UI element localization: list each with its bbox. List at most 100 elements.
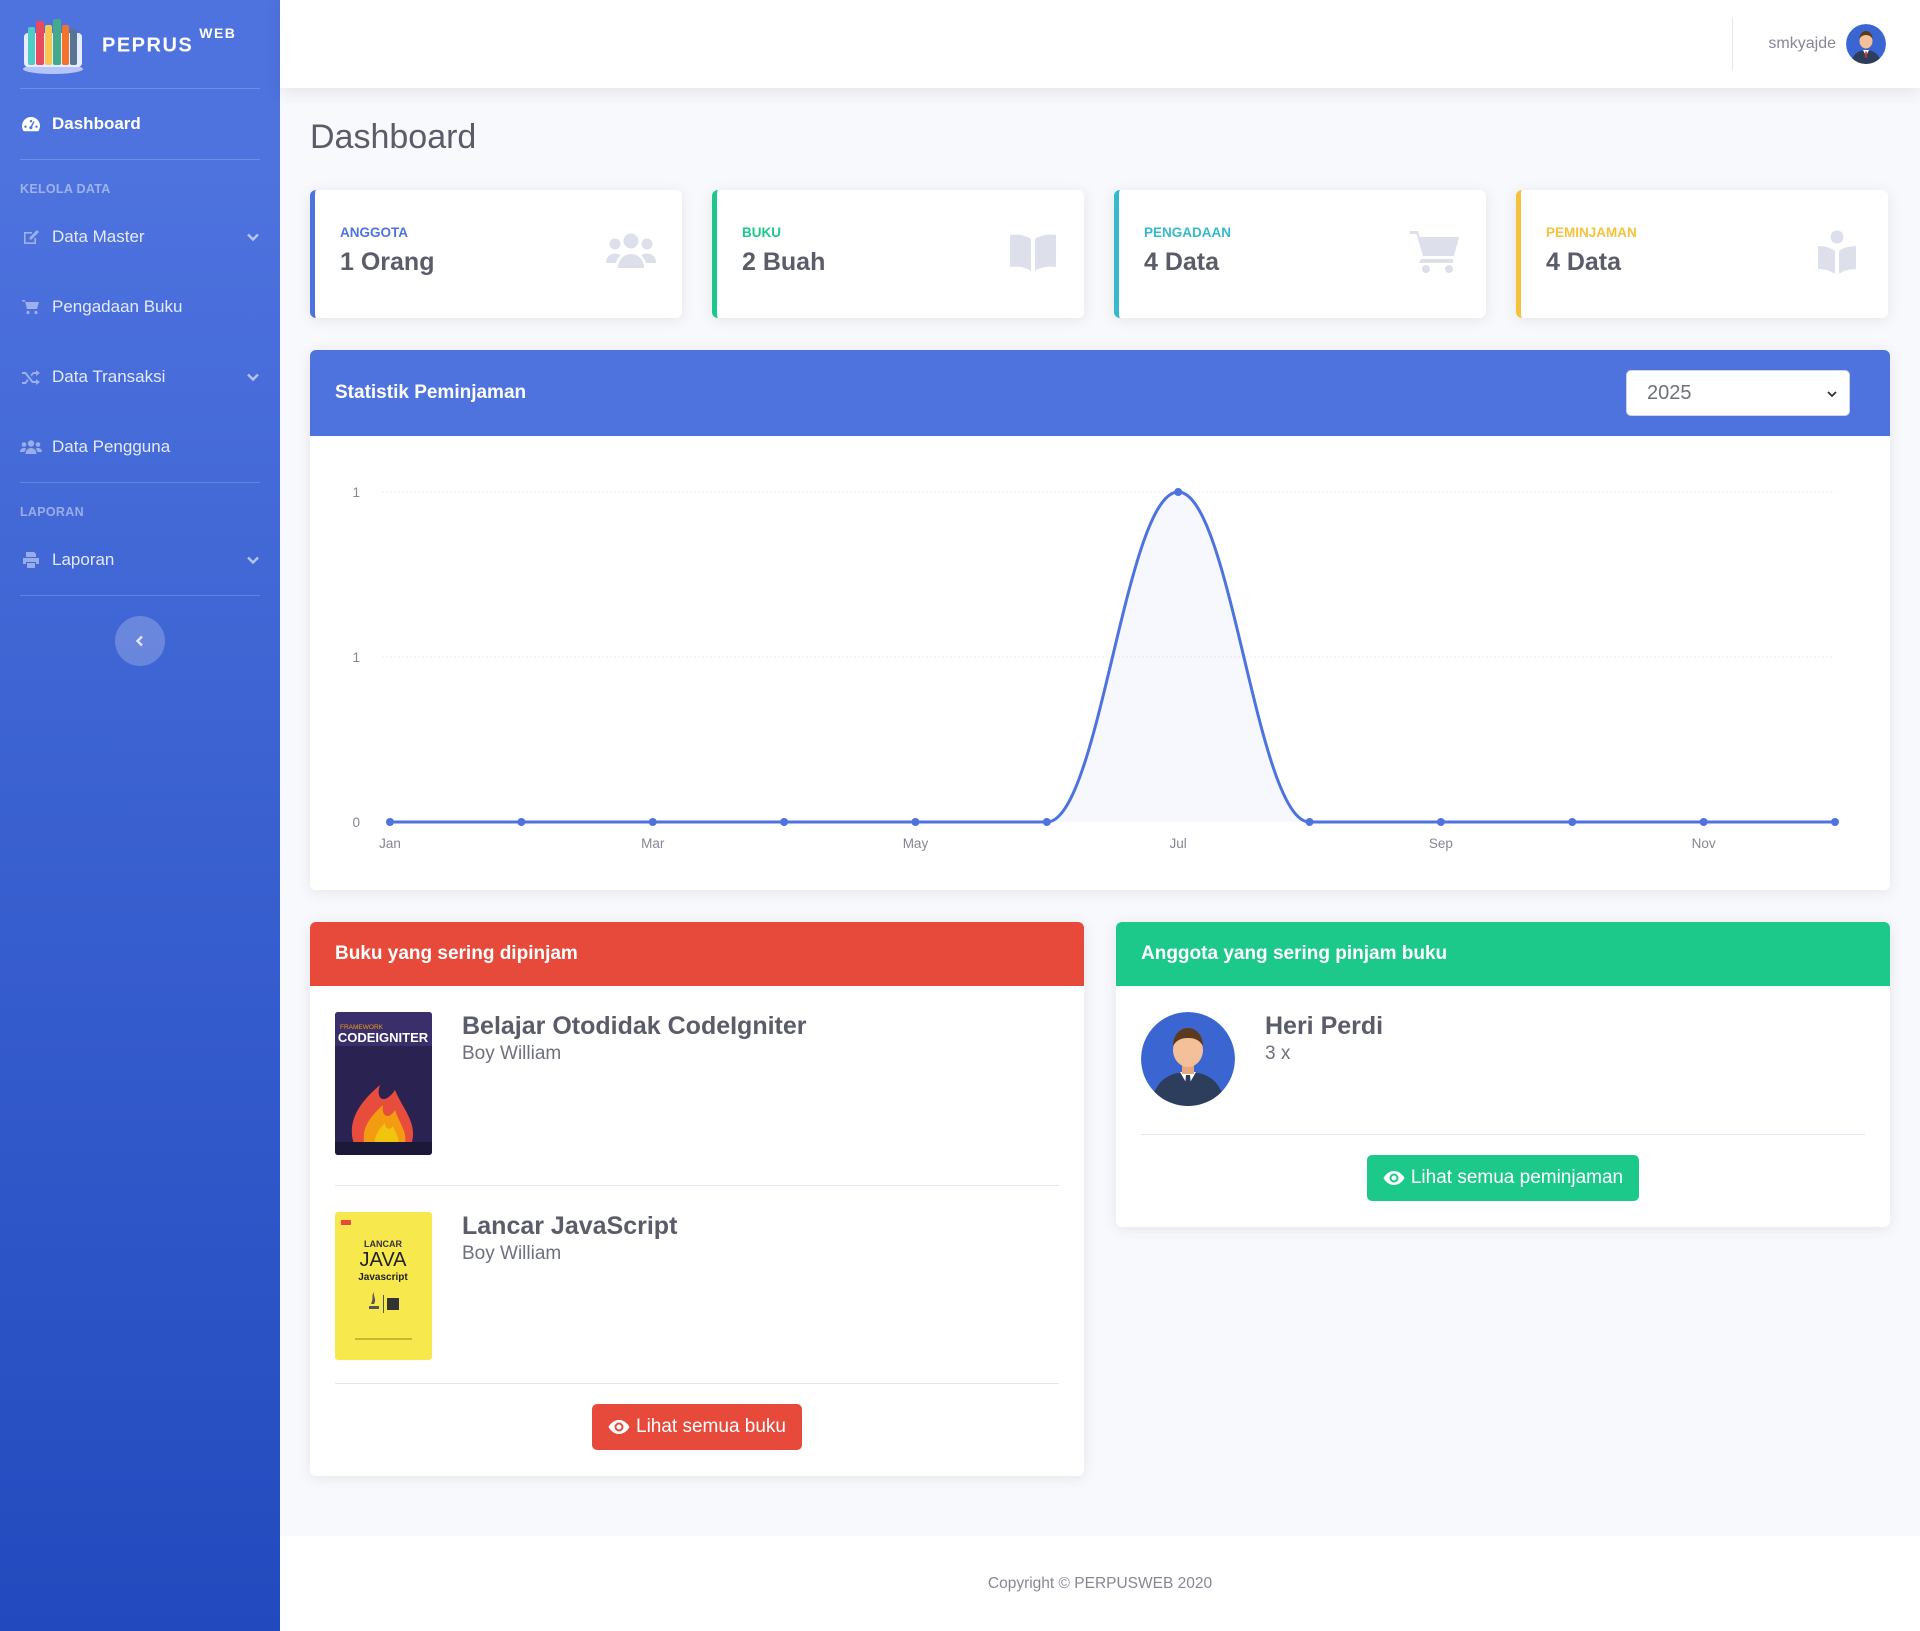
tachometer-icon <box>20 115 42 133</box>
list-item[interactable]: Heri Perdi 3 x <box>1141 986 1865 1135</box>
view-all-books-button[interactable]: Lihat semua buku <box>592 1404 802 1450</box>
chart-panel-title: Statistik Peminjaman <box>335 382 527 403</box>
sidebar-item-label: Dashboard <box>52 114 141 133</box>
y-tick-label: 1 <box>352 650 360 665</box>
users-icon <box>606 233 656 268</box>
chart-panel-header: Statistik Peminjaman 2025 <box>310 350 1890 436</box>
users-icon <box>20 438 42 456</box>
eye-icon <box>608 1420 630 1434</box>
sidebar-toggle-button[interactable] <box>115 616 165 666</box>
cover-text: Javascript <box>358 1272 408 1283</box>
button-label: Lihat semua peminjaman <box>1410 1167 1624 1188</box>
button-label: Lihat semua buku <box>636 1416 786 1437</box>
sidebar-divider <box>20 595 260 596</box>
chevron-down-icon <box>247 233 259 242</box>
x-tick-label: May <box>903 836 929 851</box>
book-title: Belajar Otodidak CodeIgniter <box>462 1012 807 1040</box>
cover-title: JAVA <box>359 1249 407 1271</box>
sidebar-item-label: Pengadaan Buku <box>52 297 183 316</box>
sidebar-heading-kelola-data: KELOLA DATA <box>20 182 111 196</box>
list-item[interactable]: FRAMEWORK CODEIGNITER Belajar Otodidak C… <box>335 986 1059 1186</box>
print-icon <box>20 551 42 569</box>
main-content: Dashboard ANGGOTA 1 Orang BUKU 2 Buah PE… <box>310 88 1890 1476</box>
top-members-header: Anggota yang sering pinjam buku <box>1116 922 1890 986</box>
card-peminjaman[interactable]: PEMINJAMAN 4 Data <box>1516 190 1888 318</box>
sidebar-item-data-pengguna[interactable]: Data Pengguna <box>0 412 280 482</box>
list-item[interactable]: LANCAR JAVA Javascript Lancar JavaScript… <box>335 1186 1059 1384</box>
bottom-row: Buku yang sering dipinjam FRAMEWORK CODE… <box>310 922 1890 1476</box>
x-tick-label: Nov <box>1692 836 1716 851</box>
sidebar-item-pengadaan-buku[interactable]: Pengadaan Buku <box>0 272 280 342</box>
chevron-down-icon <box>1827 391 1837 398</box>
chevron-left-icon <box>135 635 143 647</box>
chevron-down-icon <box>247 556 259 565</box>
line-chart: 1 1 0 Jan Mar May Jul Sep Nov <box>352 485 1839 851</box>
top-members-panel: Anggota yang sering pinjam buku Heri Per… <box>1116 922 1890 1227</box>
member-borrow-count: 3 x <box>1265 1043 1291 1064</box>
chart-area: 1 1 0 Jan Mar May Jul Sep Nov <box>310 436 1890 890</box>
sidebar-item-data-transaksi[interactable]: Data Transaksi <box>0 342 280 412</box>
edit-icon <box>20 228 42 246</box>
data-point <box>1305 818 1314 826</box>
data-point <box>648 818 657 826</box>
sidebar: PEPRUS WEB Dashboard KELOLA DATA Data Mas… <box>0 0 280 1631</box>
x-tick-label: Jul <box>1170 836 1187 851</box>
sidebar-item-laporan[interactable]: Laporan <box>0 525 280 595</box>
sidebar-heading-laporan: LAPORAN <box>20 505 84 519</box>
sidebar-item-label: Laporan <box>52 550 115 569</box>
y-tick-label: 1 <box>352 485 360 500</box>
view-all-loans-button[interactable]: Lihat semua peminjaman <box>1366 1155 1640 1201</box>
data-point <box>1174 488 1183 496</box>
book-cover-codeigniter: FRAMEWORK CODEIGNITER <box>335 1012 432 1155</box>
year-select[interactable]: 2025 <box>1626 370 1850 416</box>
shopping-cart-icon <box>20 298 42 316</box>
button-row: Lihat semua buku <box>310 1384 1084 1476</box>
user-dropdown[interactable]: smkyajde <box>1768 24 1886 64</box>
avatar <box>1141 1012 1235 1106</box>
brand-suffix: WEB <box>199 24 237 41</box>
card-pengadaan[interactable]: PENGADAAN 4 Data <box>1114 190 1486 318</box>
member-name: Heri Perdi <box>1265 1012 1384 1040</box>
library-logo-icon <box>20 13 86 75</box>
sidebar-item-label: Data Master <box>52 227 145 246</box>
avatar <box>1846 24 1886 64</box>
chart-panel: Statistik Peminjaman 2025 1 1 0 Jan Mar May Ju… <box>310 350 1890 890</box>
book-info: Lancar JavaScript Boy William <box>462 1212 677 1383</box>
card-anggota[interactable]: ANGGOTA 1 Orang <box>310 190 682 318</box>
book-open-icon <box>1010 234 1056 271</box>
book-author: Boy William <box>462 1043 562 1064</box>
brand-name: PEPRUS WEB <box>102 25 236 58</box>
year-select-value: 2025 <box>1647 381 1692 404</box>
data-point <box>911 818 920 826</box>
book-title: Lancar JavaScript <box>462 1212 678 1240</box>
popular-books-header: Buku yang sering dipinjam <box>310 922 1084 986</box>
button-row: Lihat semua peminjaman <box>1116 1135 1890 1227</box>
book-cover-javascript: LANCAR JAVA Javascript <box>335 1212 432 1360</box>
random-icon <box>20 368 42 386</box>
data-point <box>1568 818 1577 826</box>
x-tick-label: Sep <box>1429 836 1453 851</box>
cover-text: LANCAR <box>364 1239 402 1249</box>
stat-cards: ANGGOTA 1 Orang BUKU 2 Buah PENGADAAN 4 … <box>310 190 1890 318</box>
chevron-down-icon <box>247 373 259 382</box>
member-info: Heri Perdi 3 x <box>1265 1012 1383 1106</box>
footer: Copyright © PERPUSWEB 2020 <box>280 1536 1920 1631</box>
brand[interactable]: PEPRUS WEB <box>0 0 280 88</box>
data-point <box>517 818 526 826</box>
data-point <box>1699 818 1708 826</box>
username: smkyajde <box>1768 35 1836 52</box>
x-tick-label: Mar <box>641 836 665 851</box>
data-point <box>1831 818 1839 826</box>
sidebar-item-dashboard[interactable]: Dashboard <box>0 89 280 159</box>
sidebar-item-label: Data Pengguna <box>52 437 171 456</box>
data-point <box>1436 818 1445 826</box>
page-title: Dashboard <box>310 118 477 156</box>
data-point <box>386 818 394 826</box>
sidebar-item-label: Data Transaksi <box>52 367 166 386</box>
y-tick-label: 0 <box>352 815 360 830</box>
card-buku[interactable]: BUKU 2 Buah <box>712 190 1084 318</box>
book-reader-icon <box>1818 230 1856 274</box>
sidebar-item-data-master[interactable]: Data Master <box>0 202 280 272</box>
top-members-title: Anggota yang sering pinjam buku <box>1141 943 1448 964</box>
popular-books-title: Buku yang sering dipinjam <box>335 943 578 964</box>
